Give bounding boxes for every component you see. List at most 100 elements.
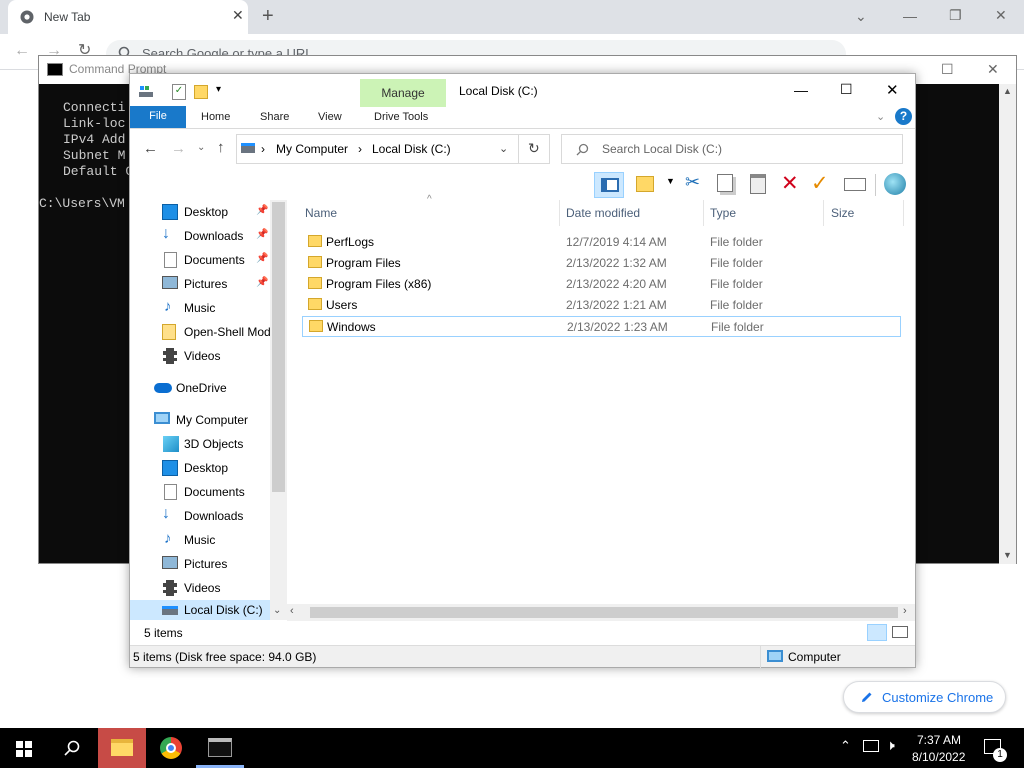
- nav-item-pc-pictures[interactable]: Pictures: [130, 552, 270, 576]
- up-folder-icon[interactable]: ↑: [217, 139, 225, 156]
- navigation-pane[interactable]: Desktop 📌 ↓ Downloads 📌 Documents 📌 Pict…: [130, 200, 287, 620]
- nav-scroll-down-icon[interactable]: ⌄: [273, 605, 281, 616]
- column-date-modified[interactable]: Date modified: [566, 206, 640, 220]
- nav-scroll-thumb[interactable]: [272, 202, 285, 492]
- cmd-maximize-icon[interactable]: ☐: [941, 61, 954, 78]
- windows-start-icon[interactable]: [16, 741, 32, 757]
- column-name[interactable]: Name: [305, 206, 337, 220]
- breadcrumb-local-disk[interactable]: Local Disk (C:): [372, 142, 451, 156]
- tab-drive-tools[interactable]: Drive Tools: [374, 111, 428, 123]
- clock-date[interactable]: 8/10/2022: [912, 750, 965, 764]
- table-row[interactable]: Program Files (x86) 2/13/2022 4:20 AM Fi…: [302, 274, 901, 295]
- table-row[interactable]: Program Files 2/13/2022 1:32 AM File fol…: [302, 253, 901, 274]
- rename-icon[interactable]: [844, 178, 866, 191]
- explorer-close-icon[interactable]: ✕: [886, 81, 899, 99]
- nav-item-documents[interactable]: Documents 📌: [130, 248, 270, 272]
- nav-back-icon[interactable]: ←: [143, 140, 158, 157]
- toolbar-divider: [875, 174, 876, 196]
- nav-item-desktop[interactable]: Desktop 📌: [130, 200, 270, 224]
- nav-item-pc-desktop[interactable]: Desktop: [130, 456, 270, 480]
- taskbar-file-explorer[interactable]: [98, 728, 146, 768]
- nav-item-local-disk[interactable]: Local Disk (C:): [130, 600, 270, 620]
- network-icon[interactable]: [863, 740, 879, 752]
- restore-icon[interactable]: ❐: [949, 7, 962, 24]
- cmd-scrollbar[interactable]: ▲ ▼: [999, 84, 1016, 564]
- column-size[interactable]: Size: [831, 206, 854, 220]
- customize-chrome-button[interactable]: Customize Chrome: [843, 681, 1006, 713]
- tab-home[interactable]: Home: [201, 111, 230, 123]
- taskbar-chrome[interactable]: [160, 737, 182, 759]
- nav-item-pc-downloads[interactable]: ↓ Downloads: [130, 504, 270, 528]
- help-icon[interactable]: ?: [895, 108, 912, 125]
- paste-icon[interactable]: [750, 174, 766, 194]
- scroll-left-icon[interactable]: ‹: [290, 605, 294, 617]
- close-window-icon[interactable]: ✕: [995, 7, 1007, 24]
- nav-item-videos[interactable]: Videos: [130, 344, 270, 368]
- close-tab-icon[interactable]: ✕: [232, 7, 244, 24]
- document-icon: [164, 252, 177, 268]
- address-bar[interactable]: › My Computer › Local Disk (C:) ⌄ ↻: [236, 134, 550, 164]
- cmd-close-icon[interactable]: ✕: [987, 61, 999, 78]
- tab-file[interactable]: File: [130, 106, 186, 128]
- new-tab-button[interactable]: +: [262, 5, 274, 28]
- nav-item-my-computer[interactable]: My Computer: [130, 408, 270, 432]
- volume-icon[interactable]: 🕨: [886, 737, 895, 754]
- chrome-tab-new-tab[interactable]: New Tab ✕: [8, 0, 248, 34]
- tab-search-icon[interactable]: ⌄: [855, 8, 867, 25]
- minimize-icon[interactable]: —: [903, 8, 917, 24]
- nav-item-onedrive[interactable]: OneDrive: [130, 376, 270, 400]
- nav-item-pictures[interactable]: Pictures 📌: [130, 272, 270, 296]
- large-icons-view-icon[interactable]: [892, 626, 908, 638]
- file-explorer-window[interactable]: ✓ ▾ Manage Local Disk (C:) — ☐ ✕ File Ho…: [129, 73, 916, 668]
- search-box[interactable]: Search Local Disk (C:): [561, 134, 903, 164]
- breadcrumb-my-computer[interactable]: My Computer: [276, 142, 348, 156]
- nav-label: Music: [184, 533, 216, 547]
- file-type: File folder: [710, 277, 763, 291]
- address-dropdown-icon[interactable]: ⌄: [499, 142, 508, 155]
- new-folder-icon[interactable]: [194, 85, 208, 99]
- nav-item-music[interactable]: ♪ Music: [130, 296, 270, 320]
- back-icon[interactable]: ←: [14, 42, 30, 60]
- copy-icon[interactable]: [717, 174, 733, 192]
- properties-check-icon[interactable]: ✓: [811, 171, 829, 196]
- refresh-icon[interactable]: ↻: [528, 140, 540, 157]
- nav-item-open-shell[interactable]: Open-Shell Mod: [130, 320, 271, 344]
- scroll-up-icon[interactable]: ▲: [1003, 86, 1012, 96]
- delete-icon[interactable]: ✕: [781, 171, 799, 196]
- manage-tab[interactable]: Manage: [360, 79, 446, 107]
- table-row-selected[interactable]: Windows 2/13/2022 1:23 AM File folder: [302, 316, 901, 337]
- nav-item-3d-objects[interactable]: 3D Objects: [130, 432, 270, 456]
- layout-icon[interactable]: [636, 176, 654, 192]
- explorer-maximize-icon[interactable]: ☐: [840, 81, 853, 98]
- horizontal-scroll-thumb[interactable]: [310, 607, 898, 618]
- layout-dropdown-icon[interactable]: ▼: [666, 176, 675, 186]
- scroll-right-icon[interactable]: ›: [903, 605, 907, 617]
- nav-item-downloads[interactable]: ↓ Downloads 📌: [130, 224, 270, 248]
- table-row[interactable]: PerfLogs 12/7/2019 4:14 AM File folder: [302, 232, 901, 253]
- open-shell-icon[interactable]: [884, 173, 906, 195]
- cut-icon[interactable]: ✂: [685, 172, 700, 193]
- clock-time[interactable]: 7:37 AM: [917, 733, 961, 747]
- computer-icon: [241, 143, 255, 153]
- nav-item-pc-documents[interactable]: Documents: [130, 480, 270, 504]
- recent-locations-icon[interactable]: ⌄: [197, 142, 205, 153]
- column-type[interactable]: Type: [710, 206, 736, 220]
- tab-view[interactable]: View: [318, 111, 342, 123]
- nav-forward-icon[interactable]: →: [171, 140, 186, 157]
- expand-ribbon-icon[interactable]: ⌄: [876, 110, 885, 123]
- taskbar-command-prompt[interactable]: [208, 738, 232, 757]
- details-view-icon[interactable]: [867, 624, 887, 641]
- show-hidden-icons[interactable]: ⌃: [840, 738, 851, 754]
- pin-icon: 📌: [256, 253, 269, 264]
- navigation-pane-icon[interactable]: [594, 172, 624, 198]
- nav-item-pc-music[interactable]: ♪ Music: [130, 528, 270, 552]
- search-placeholder: Search Local Disk (C:): [602, 142, 723, 156]
- scroll-down-icon[interactable]: ▼: [1003, 550, 1012, 560]
- tab-share[interactable]: Share: [260, 111, 289, 123]
- nav-item-pc-videos[interactable]: Videos: [130, 576, 270, 600]
- quick-access-dropdown-icon[interactable]: ▾: [216, 84, 221, 95]
- table-row[interactable]: Users 2/13/2022 1:21 AM File folder: [302, 295, 901, 316]
- properties-icon[interactable]: ✓: [172, 84, 186, 100]
- explorer-minimize-icon[interactable]: —: [794, 82, 808, 98]
- search-icon[interactable]: [64, 740, 80, 756]
